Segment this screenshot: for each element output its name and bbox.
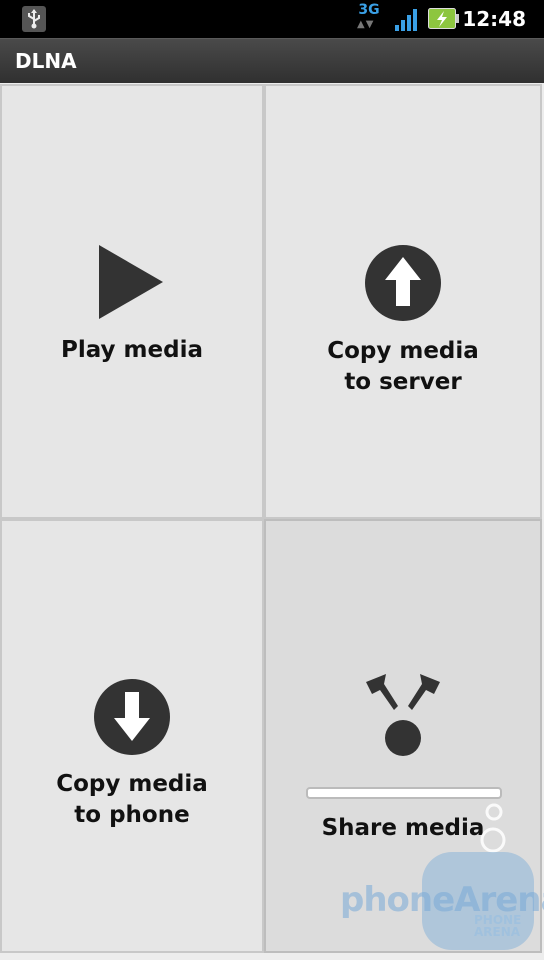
play-icon	[99, 245, 163, 319]
upload-arrow-icon	[365, 245, 441, 321]
share-media-tile[interactable]: Share media	[264, 519, 542, 953]
dlna-menu-grid: Play media Copy media to server Copy med…	[0, 83, 544, 960]
copy-to-phone-tile[interactable]: Copy media to phone	[0, 519, 264, 953]
play-media-label: Play media	[61, 337, 203, 363]
copy-to-phone-label: Copy media to phone	[56, 771, 208, 828]
copy-to-server-tile[interactable]: Copy media to server	[264, 84, 542, 519]
copy-to-server-label: Copy media to server	[327, 338, 479, 395]
app-title: DLNA	[15, 49, 77, 73]
usb-icon	[22, 6, 46, 32]
data-activity-icon: ▲▼	[357, 19, 375, 30]
status-bar: 3G ▲▼ 12:48	[0, 0, 544, 38]
signal-strength-icon	[395, 9, 417, 31]
app-title-bar: DLNA	[0, 38, 544, 84]
share-icon	[366, 674, 440, 756]
network-type-label: 3G	[358, 2, 380, 18]
play-media-tile[interactable]: Play media	[0, 84, 264, 519]
status-clock: 12:48	[462, 7, 526, 31]
battery-charging-icon	[428, 8, 459, 29]
download-arrow-icon	[94, 679, 170, 755]
share-progress-bar	[306, 787, 502, 799]
share-media-label: Share media	[321, 815, 485, 841]
